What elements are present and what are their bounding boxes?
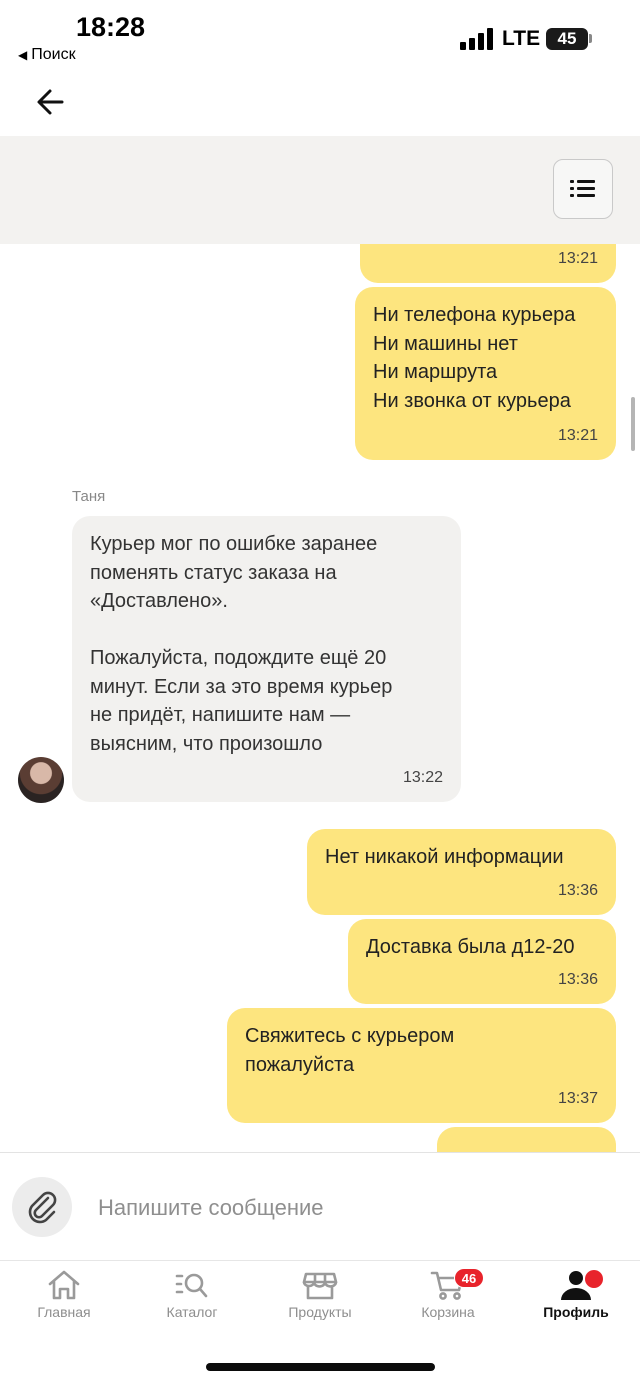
status-time: 18:28 [76,12,146,42]
message-time: 13:37 [557,1089,598,1107]
back-triangle-icon: ◀ [18,48,28,62]
message-text-line [90,616,443,645]
message-text-line: Свяжитесь с курьером [245,1025,455,1047]
message-text-line: выясним, что произошло [90,732,323,755]
tab-label: Продукты [288,1304,352,1320]
battery-icon: 45 [546,28,588,50]
status-bar: 18:28 ◀ Поиск LTE 45 [0,0,640,80]
network-type: LTE [502,27,541,50]
back-to-app-link[interactable]: ◀ Поиск [18,46,76,64]
message-text-line: не придёт, напишите нам — [90,704,351,726]
message-text-line: Ни телефона курьера [373,304,576,326]
back-to-app-label: Поиск [31,46,76,63]
tab-profile[interactable]: Профиль [512,1268,640,1328]
message-text-line: Курьер мог по ошибке заранее [90,533,378,555]
back-arrow-icon[interactable] [32,84,72,120]
message-text-line: Ни звонка от курьера [373,389,571,412]
home-indicator[interactable] [206,1363,435,1371]
message-bubble-outgoing[interactable]: Ни телефона курьера Ни машины нет Ни мар… [355,287,616,460]
message-bubble-outgoing[interactable]: Свяжитесь с курьером пожалуйста 13:37 [227,1008,616,1123]
message-text-line: Доставка была д12-20 [366,936,575,958]
tab-catalog[interactable]: Каталог [128,1268,256,1328]
tab-label: Каталог [166,1304,218,1320]
chat-messages[interactable]: 13:21 Ни телефона курьера Ни машины нет … [0,244,640,1152]
message-time: 13:21 [557,249,598,267]
message-text-line: Ни маршрута [373,361,498,383]
tab-products[interactable]: Продукты [256,1268,384,1328]
message-text-line: Ни машины нет [373,332,518,355]
message-text-line: Пожалуйста, подождите ещё 20 [90,647,387,669]
message-text-line: минут. Если за это время курьер [90,675,393,698]
chat-scrollbar[interactable] [631,397,635,451]
battery-tip [589,34,592,43]
paperclip-icon [28,1191,57,1224]
attach-button[interactable] [12,1177,72,1237]
menu-button[interactable] [553,159,613,219]
catalog-search-icon [175,1273,208,1298]
message-text-line: пожалуйста [245,1053,355,1076]
avatar[interactable] [18,757,64,803]
store-icon [302,1272,338,1300]
message-time: 13:36 [557,970,598,988]
message-bubble-outgoing[interactable] [437,1127,616,1152]
message-text-line: поменять статус заказа на [90,561,337,584]
message-bubble-outgoing[interactable]: Нет никакой информации 13:36 [307,829,616,915]
cellular-signal-icon [460,28,494,50]
message-bubble-outgoing[interactable]: Доставка была д12-20 13:36 [348,919,616,1004]
tab-home[interactable]: Главная [0,1268,128,1328]
message-bubble-incoming[interactable]: Курьер мог по ошибке заранее поменять ст… [72,516,461,802]
tab-label: Корзина [421,1304,475,1320]
profile-notification-dot [583,1268,605,1290]
tab-label: Профиль [543,1304,609,1320]
cart-count-badge: 46 [454,1268,484,1288]
message-time: 13:21 [557,426,598,444]
message-input[interactable] [98,1190,578,1226]
message-text-line: «Доставлено». [90,590,228,612]
message-bubble-outgoing[interactable]: 13:21 [360,244,616,283]
tab-cart[interactable]: Корзина [384,1268,512,1328]
home-icon [48,1270,80,1300]
list-menu-icon [570,180,595,197]
message-time: 13:22 [402,768,443,786]
chat-header [0,136,640,244]
message-time: 13:36 [557,881,598,899]
message-text-line: Нет никакой информации [325,846,564,868]
sender-name: Таня [72,488,106,505]
tab-label: Главная [37,1304,91,1320]
